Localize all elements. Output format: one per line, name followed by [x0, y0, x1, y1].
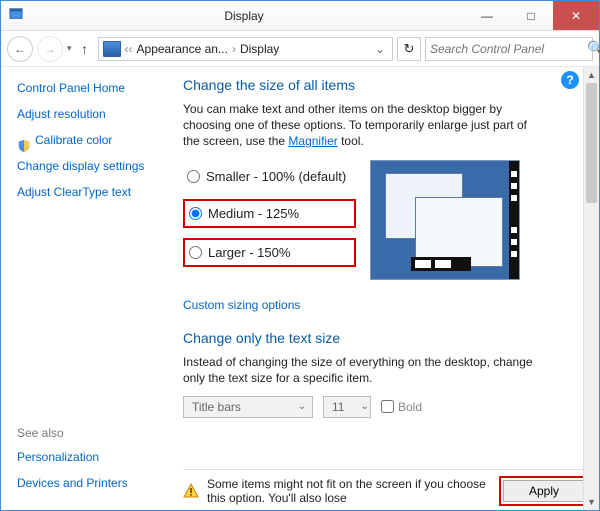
- breadcrumb-sep: ‹‹: [123, 42, 135, 56]
- chevron-down-icon: ⌄: [298, 401, 306, 412]
- shield-icon: [17, 139, 31, 153]
- help-icon[interactable]: ?: [561, 71, 579, 89]
- radio-row-medium[interactable]: Medium - 125%: [183, 199, 356, 228]
- breadcrumb-dropdown-icon[interactable]: ⌄: [372, 42, 388, 56]
- control-panel-icon: [103, 41, 121, 57]
- up-button[interactable]: ↑: [76, 41, 94, 57]
- search-icon[interactable]: 🔍: [587, 40, 600, 57]
- heading-size-all-items: Change the size of all items: [183, 77, 589, 93]
- close-button[interactable]: ✕: [553, 1, 599, 30]
- breadcrumb-item-1[interactable]: Appearance an...: [137, 42, 228, 56]
- sidebar-link-calibrate-color[interactable]: Calibrate color: [35, 133, 112, 147]
- chevron-right-icon: ›: [230, 42, 238, 56]
- radio-smaller-label[interactable]: Smaller - 100% (default): [206, 169, 346, 184]
- main-panel: ? Change the size of all items You can m…: [171, 67, 599, 510]
- desc-size-all-items: You can make text and other items on the…: [183, 101, 543, 150]
- select-item-value: Title bars: [192, 400, 241, 414]
- scroll-thumb[interactable]: [586, 83, 597, 203]
- notice-bar: Some items might not fit on the screen i…: [183, 469, 589, 506]
- radio-larger-label[interactable]: Larger - 150%: [208, 245, 290, 260]
- magnifier-link[interactable]: Magnifier: [288, 134, 337, 148]
- breadcrumb[interactable]: ‹‹ Appearance an... › Display ⌄: [98, 37, 393, 61]
- desc-text-size: Instead of changing the size of everythi…: [183, 354, 543, 386]
- custom-sizing-link[interactable]: Custom sizing options: [183, 298, 300, 312]
- apply-button[interactable]: Apply: [503, 480, 585, 502]
- sidebar-link-adjust-resolution[interactable]: Adjust resolution: [17, 107, 171, 121]
- scroll-up-icon[interactable]: ▲: [584, 67, 599, 83]
- select-item-dropdown[interactable]: Title bars ⌄: [183, 396, 313, 418]
- heading-text-size: Change only the text size: [183, 330, 589, 346]
- scrollbar-vertical[interactable]: ▲ ▼: [583, 67, 599, 510]
- warning-icon: [183, 483, 199, 499]
- sidebar-link-personalization[interactable]: Personalization: [17, 450, 171, 464]
- sidebar: Control Panel Home Adjust resolution Cal…: [1, 67, 171, 510]
- chevron-down-icon: ⌄: [360, 401, 368, 412]
- minimize-button[interactable]: —: [465, 1, 509, 30]
- see-also-heading: See also: [17, 426, 171, 440]
- navbar: ← → ▾ ↑ ‹‹ Appearance an... › Display ⌄ …: [1, 31, 599, 67]
- sidebar-link-adjust-cleartype[interactable]: Adjust ClearType text: [17, 185, 171, 199]
- search-input[interactable]: [430, 42, 587, 56]
- breadcrumb-item-2[interactable]: Display: [240, 42, 279, 56]
- titlebar-icon: [9, 7, 23, 24]
- forward-button[interactable]: →: [37, 36, 63, 62]
- titlebar: Display — □ ✕: [1, 1, 599, 31]
- sidebar-link-home[interactable]: Control Panel Home: [17, 81, 171, 95]
- sidebar-link-change-display-settings[interactable]: Change display settings: [17, 159, 171, 173]
- bold-checkbox[interactable]: [381, 400, 394, 413]
- radio-smaller[interactable]: [187, 170, 200, 183]
- back-button[interactable]: ←: [7, 36, 33, 62]
- recent-dropdown-icon[interactable]: ▾: [67, 43, 72, 54]
- notice-text: Some items might not fit on the screen i…: [207, 477, 491, 506]
- window-title: Display: [224, 9, 263, 23]
- radio-larger[interactable]: [189, 246, 202, 259]
- select-size-value: 11: [332, 400, 344, 414]
- scroll-down-icon[interactable]: ▼: [584, 494, 599, 510]
- refresh-button[interactable]: ↻: [397, 37, 421, 61]
- select-size-dropdown[interactable]: 11 ⌄: [323, 396, 371, 418]
- radio-medium[interactable]: [189, 207, 202, 220]
- bold-checkbox-wrap[interactable]: Bold: [381, 400, 422, 414]
- radio-row-larger[interactable]: Larger - 150%: [183, 238, 356, 267]
- bold-label: Bold: [398, 400, 422, 414]
- search-box[interactable]: 🔍: [425, 37, 593, 61]
- radio-row-smaller[interactable]: Smaller - 100% (default): [183, 164, 356, 189]
- preview-image: [370, 160, 520, 280]
- radio-medium-label[interactable]: Medium - 125%: [208, 206, 299, 221]
- maximize-button[interactable]: □: [509, 1, 553, 30]
- sidebar-link-devices-printers[interactable]: Devices and Printers: [17, 476, 171, 490]
